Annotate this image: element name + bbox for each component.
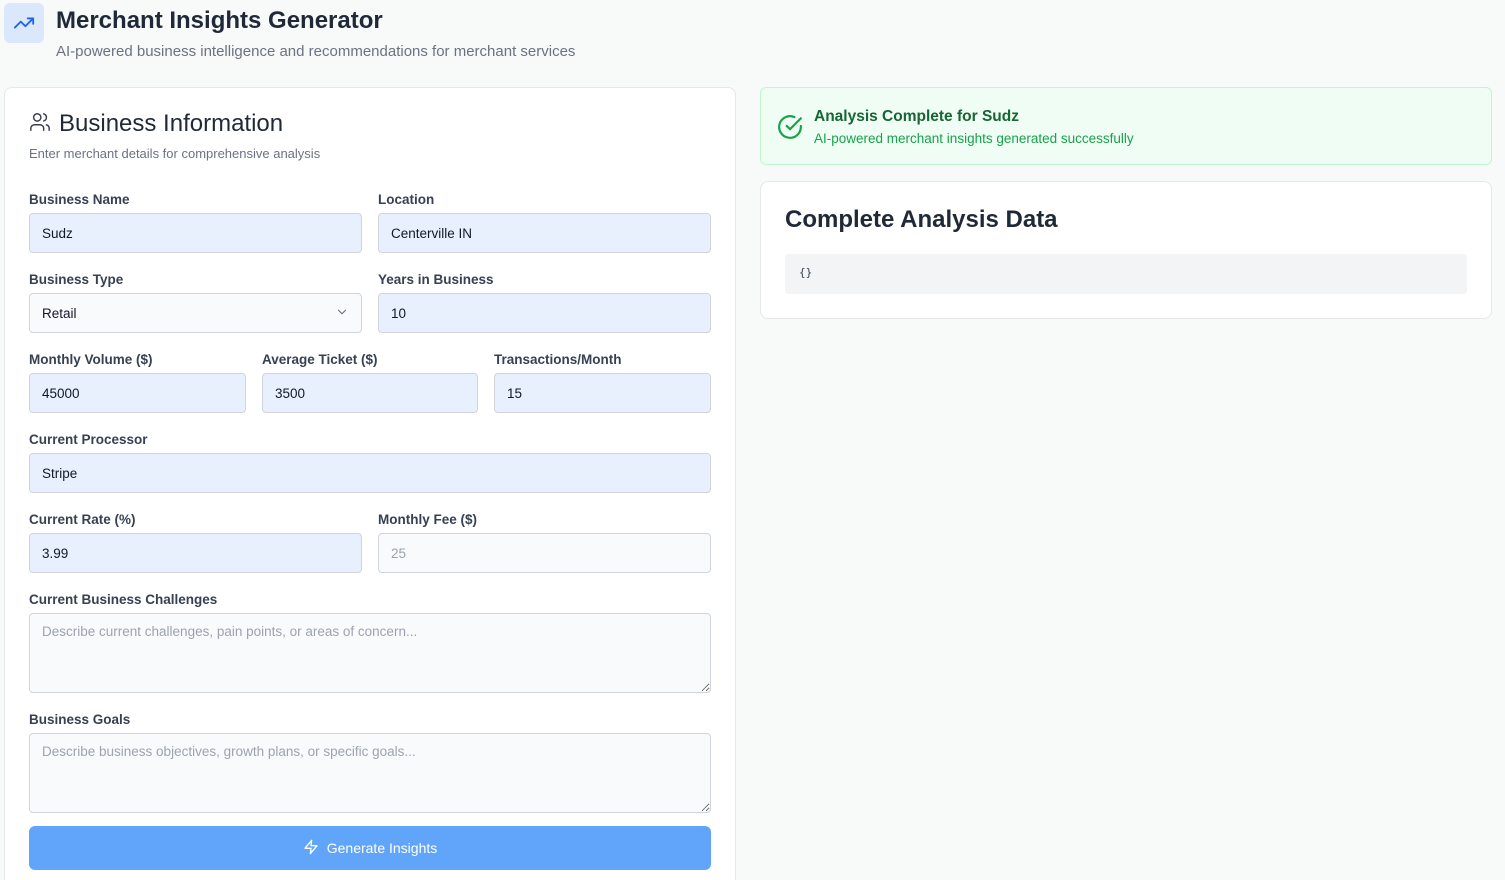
years-in-business-label: Years in Business — [378, 272, 494, 287]
chevron-down-icon — [335, 305, 349, 322]
business-name-group: Business Name — [29, 191, 362, 253]
business-type-value: Retail — [42, 305, 77, 321]
card-header: Business Information Enter merchant deta… — [29, 110, 320, 161]
analysis-data-title: Complete Analysis Data — [785, 206, 1058, 233]
trending-up-icon — [4, 3, 44, 43]
challenges-textarea[interactable] — [29, 613, 711, 693]
location-label: Location — [378, 192, 435, 207]
transactions-month-input[interactable] — [494, 373, 711, 413]
generate-insights-button[interactable]: Generate Insights — [29, 826, 711, 870]
business-type-select[interactable]: Retail — [29, 293, 362, 333]
current-rate-input[interactable] — [29, 533, 362, 573]
business-type-group: Business Type Retail — [29, 271, 362, 333]
transactions-month-group: Transactions/Month — [494, 351, 711, 413]
location-group: Location — [378, 191, 711, 253]
goals-label: Business Goals — [29, 712, 131, 727]
success-description: AI-powered merchant insights generated s… — [814, 131, 1134, 146]
current-processor-group: Current Processor — [29, 431, 711, 493]
users-icon — [29, 111, 51, 138]
generate-insights-label: Generate Insights — [326, 840, 438, 856]
zap-icon — [303, 839, 319, 858]
business-name-label: Business Name — [29, 192, 130, 207]
analysis-success-alert: Analysis Complete for Sudz AI-powered me… — [760, 87, 1492, 165]
success-title: Analysis Complete for Sudz — [814, 108, 1019, 125]
card-description: Enter merchant details for comprehensive… — [29, 146, 321, 161]
years-in-business-group: Years in Business — [378, 271, 711, 333]
monthly-fee-label: Monthly Fee ($) — [378, 512, 478, 527]
business-type-label: Business Type — [29, 272, 124, 287]
analysis-json-output: {} — [785, 254, 1467, 294]
current-processor-input[interactable] — [29, 453, 711, 493]
average-ticket-label: Average Ticket ($) — [262, 352, 378, 367]
business-name-input[interactable] — [29, 213, 362, 253]
monthly-fee-input[interactable] — [378, 533, 711, 573]
check-circle-icon — [777, 114, 803, 145]
monthly-volume-input[interactable] — [29, 373, 246, 413]
goals-group: Business Goals — [29, 711, 711, 818]
business-information-card: Business Information Enter merchant deta… — [4, 87, 736, 880]
years-in-business-input[interactable] — [378, 293, 711, 333]
average-ticket-input[interactable] — [262, 373, 478, 413]
location-input[interactable] — [378, 213, 711, 253]
monthly-volume-group: Monthly Volume ($) — [29, 351, 246, 413]
app-subtitle: AI-powered business intelligence and rec… — [56, 43, 576, 60]
average-ticket-group: Average Ticket ($) — [262, 351, 478, 413]
app-title: Merchant Insights Generator — [56, 7, 383, 34]
challenges-label: Current Business Challenges — [29, 592, 218, 607]
monthly-fee-group: Monthly Fee ($) — [378, 511, 711, 573]
card-title: Business Information — [59, 110, 284, 137]
current-processor-label: Current Processor — [29, 432, 148, 447]
challenges-group: Current Business Challenges — [29, 591, 711, 698]
page: Merchant Insights Generator AI-powered b… — [0, 0, 1505, 880]
transactions-month-label: Transactions/Month — [494, 352, 622, 367]
goals-textarea[interactable] — [29, 733, 711, 813]
current-rate-group: Current Rate (%) — [29, 511, 362, 573]
analysis-data-card: Complete Analysis Data {} — [760, 181, 1492, 319]
monthly-volume-label: Monthly Volume ($) — [29, 352, 153, 367]
current-rate-label: Current Rate (%) — [29, 512, 136, 527]
